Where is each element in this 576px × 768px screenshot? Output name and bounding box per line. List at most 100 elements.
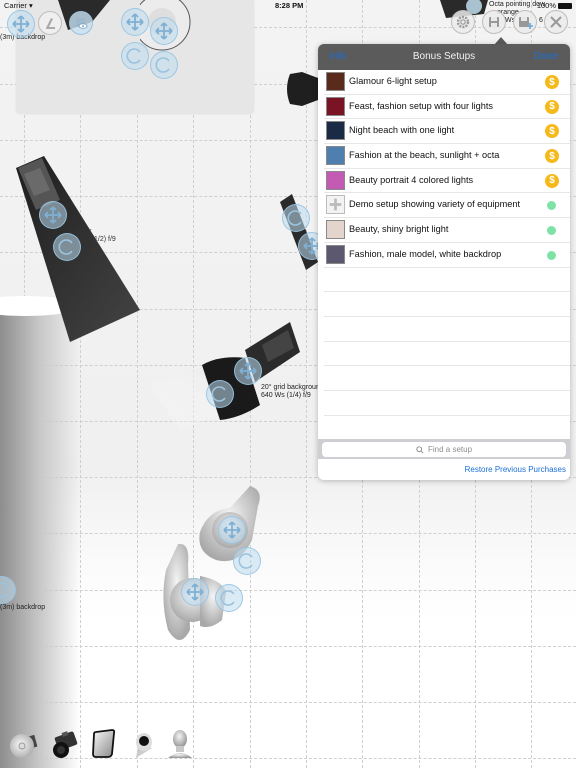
move-handle[interactable] [7, 10, 35, 38]
empty-list-row [324, 416, 570, 441]
spotlight-right-top[interactable] [282, 68, 322, 110]
move-handle[interactable] [150, 17, 178, 45]
move-handle[interactable] [39, 201, 67, 229]
rotate-icon [287, 210, 302, 226]
camera-icon[interactable] [48, 728, 80, 760]
paid-coin-icon: $ [545, 124, 559, 139]
setup-thumbnail [326, 195, 345, 215]
close-icon [550, 16, 562, 28]
setup-list-item[interactable]: Glamour 6-light setup $ [324, 70, 570, 95]
rotate-handle[interactable] [121, 42, 149, 70]
move-arrows-icon [239, 362, 257, 380]
grid-spot-label-power: 640 Ws (1/4) f/9 [261, 392, 311, 399]
rotate-icon [220, 590, 235, 606]
settings-icon [456, 15, 470, 29]
grid-line [0, 646, 576, 647]
status-time: 8:28 PM [275, 1, 304, 10]
rotate-handle[interactable] [53, 233, 81, 261]
setup-list-item[interactable]: Demo setup showing variety of equipment [324, 193, 570, 219]
setup-label: Glamour 6-light setup [349, 76, 437, 86]
save-as-button[interactable] [513, 10, 537, 34]
setup-thumbnail [326, 72, 345, 91]
empty-list-row [324, 391, 570, 416]
view-button[interactable] [69, 11, 93, 35]
done-button[interactable]: Done [534, 51, 558, 62]
move-arrows-icon [126, 13, 144, 31]
save-button[interactable] [482, 10, 506, 34]
settings-button[interactable] [451, 10, 475, 34]
carrier-label: Carrier ▾ [4, 1, 33, 10]
rotate-handle[interactable] [233, 547, 261, 575]
rotate-icon [211, 386, 226, 402]
restore-purchases-link[interactable]: Restore Previous Purchases [465, 465, 566, 474]
rotate-icon [126, 48, 141, 64]
setup-list-item[interactable]: Feast, fashion setup with four lights $ [324, 95, 570, 120]
setup-list-item[interactable]: Beauty, shiny bright light [324, 218, 570, 243]
rotate-icon [238, 553, 253, 569]
empty-list-row [324, 366, 570, 391]
ruler-button[interactable] [38, 11, 62, 35]
rotate-icon [58, 239, 73, 255]
free-status-dot-icon [547, 250, 556, 260]
empty-list-row [324, 317, 570, 342]
grid-line [0, 758, 576, 759]
panel-icon[interactable] [88, 728, 120, 760]
popover-header: Info Bonus Setups Done [318, 44, 570, 70]
setup-list-item[interactable]: Fashion at the beach, sunlight + octa $ [324, 144, 570, 169]
setup-label: Night beach with one light [349, 125, 455, 136]
search-icon [416, 445, 424, 454]
move-arrows-icon [223, 521, 241, 539]
move-arrows-icon [44, 206, 62, 224]
model-head-icon[interactable] [164, 728, 196, 760]
setup-thumbnail [326, 244, 345, 264]
rotate-icon [155, 57, 170, 73]
empty-list-row [324, 268, 570, 293]
grid-line [0, 533, 576, 534]
setup-list-item[interactable]: Night beach with one light $ [324, 119, 570, 145]
move-handle[interactable] [234, 357, 262, 385]
setup-thumbnail [326, 170, 345, 190]
setup-label: Feast, fashion setup with four lights [349, 100, 494, 111]
move-arrows-icon [155, 22, 173, 40]
save-icon [489, 17, 499, 27]
move-arrows-icon [186, 583, 204, 601]
move-handle[interactable] [181, 578, 209, 606]
flash-reflector-icon[interactable] [8, 728, 40, 760]
rotate-handle[interactable] [150, 51, 178, 79]
move-handle[interactable] [121, 8, 149, 36]
setup-label: Beauty portrait 4 colored lights [349, 174, 474, 185]
setups-list: Glamour 6-light setup $ Feast, fashion set… [318, 70, 570, 441]
rotate-handle[interactable] [206, 380, 234, 408]
setup-label: Demo setup showing variety of equipment [349, 199, 521, 210]
setup-label: Fashion at the beach, sunlight + octa [349, 150, 500, 161]
close-button[interactable] [544, 10, 568, 34]
setup-list-item[interactable]: Fashion, male model, white backdrop [324, 243, 570, 268]
free-status-dot-icon [547, 201, 556, 211]
popover-title: Bonus Setups [412, 51, 476, 62]
setup-thumbnail [326, 121, 345, 141]
free-status-dot-icon [547, 226, 556, 236]
backdrop-bottom-label: (3m) backdrop [0, 604, 46, 611]
move-handle[interactable] [218, 516, 246, 544]
grid-spot-label-name: 20° grid backgroun [261, 384, 320, 391]
grid-line [0, 590, 576, 591]
grid-spot-light[interactable] [150, 320, 310, 430]
wifi-icon: ▾ [29, 1, 33, 10]
paid-coin-icon: $ [545, 99, 559, 114]
setup-thumbnail [326, 146, 345, 166]
empty-list-row [324, 292, 570, 317]
rotate-handle[interactable] [215, 584, 243, 612]
setup-list-item[interactable]: Beauty portrait 4 colored lights $ [324, 169, 570, 194]
battery-status: 100% [537, 1, 572, 10]
grid-line [137, 0, 138, 768]
paid-coin-icon: $ [545, 149, 559, 164]
rotate-handle[interactable] [282, 204, 310, 232]
backdrop-left[interactable] [0, 306, 80, 768]
search-input[interactable]: Find a setup [322, 442, 566, 457]
view-icon [76, 18, 88, 29]
plus-icon [329, 199, 342, 211]
grid-line [0, 702, 576, 703]
search-placeholder: Find a setup [427, 445, 473, 454]
paid-coin-icon: $ [545, 173, 559, 188]
spotlight-icon[interactable] [128, 728, 160, 760]
